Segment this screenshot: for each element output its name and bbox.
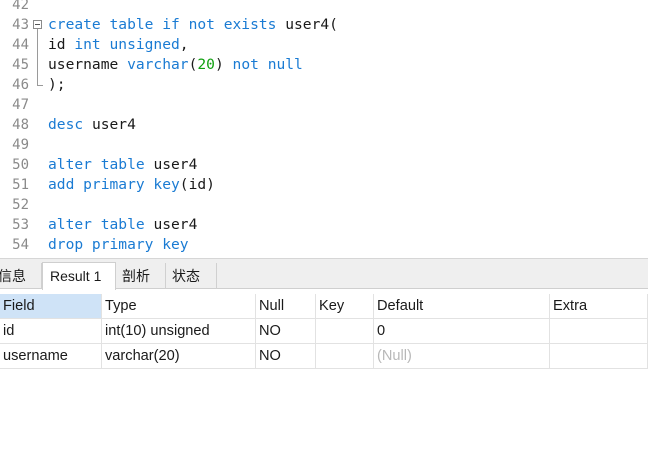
line-number: 42: [12, 0, 29, 13]
line-number: 49: [12, 137, 29, 153]
code-text: id int unsigned,: [48, 35, 189, 55]
cell-key[interactable]: [316, 319, 374, 344]
result-tabs: 信息 Result 1 剖析 状态: [0, 258, 648, 290]
cell-default[interactable]: (Null): [374, 344, 550, 369]
cell-null[interactable]: NO: [256, 319, 316, 344]
code-line[interactable]: 53 alter table user4: [0, 215, 648, 235]
code-line[interactable]: 49: [0, 135, 648, 155]
code-line[interactable]: 52: [0, 195, 648, 215]
code-line[interactable]: 44 id int unsigned,: [0, 35, 648, 55]
line-number: 48: [12, 117, 29, 133]
line-number: 54: [12, 237, 29, 253]
column-header-extra[interactable]: Extra: [550, 294, 648, 319]
fold-collapse-icon[interactable]: [33, 20, 42, 29]
sql-keyword: desc: [48, 116, 84, 133]
code-line[interactable]: 48 desc user4: [0, 115, 648, 135]
line-number: 46: [12, 77, 29, 93]
code-text: add primary key(id): [48, 175, 215, 195]
sql-identifier: user4: [83, 116, 136, 133]
sql-keyword: create table if not exists: [48, 16, 277, 33]
table-row[interactable]: id int(10) unsigned NO 0: [0, 319, 648, 344]
sql-identifier: ,: [179, 36, 189, 53]
code-text: alter table user4: [48, 155, 197, 175]
sql-identifier: ): [214, 56, 233, 73]
line-number: 52: [12, 197, 29, 213]
sql-identifier: );: [48, 76, 66, 93]
sql-keyword: not null: [232, 56, 303, 73]
code-text: desc user4: [48, 115, 136, 135]
column-header-field[interactable]: Field: [0, 294, 102, 319]
code-text: );: [48, 75, 66, 95]
sql-keyword: add primary key: [48, 176, 180, 193]
table-row[interactable]: username varchar(20) NO (Null): [0, 344, 648, 369]
cell-field[interactable]: id: [0, 319, 102, 344]
cell-field[interactable]: username: [0, 344, 102, 369]
grid-header-row: Field Type Null Key Default Extra: [0, 294, 648, 319]
column-header-type[interactable]: Type: [102, 294, 256, 319]
sql-identifier: (id): [179, 176, 215, 193]
code-line[interactable]: 50 alter table user4: [0, 155, 648, 175]
sql-keyword: alter table: [48, 216, 145, 233]
column-header-key[interactable]: Key: [316, 294, 374, 319]
sql-keyword: drop primary key: [48, 236, 189, 253]
line-number: 53: [12, 217, 29, 233]
tab-profile[interactable]: 剖析: [116, 263, 166, 289]
cell-null[interactable]: NO: [256, 344, 316, 369]
code-line[interactable]: 46);: [0, 75, 648, 95]
code-line[interactable]: 43 create table if not exists user4(: [0, 15, 648, 35]
line-number: 51: [12, 177, 29, 193]
code-line[interactable]: 47: [0, 95, 648, 115]
line-number: 43: [12, 17, 29, 33]
line-number: 45: [12, 57, 29, 73]
sql-identifier: user4(: [276, 16, 338, 33]
sql-identifier: user4: [144, 156, 198, 173]
tab-status[interactable]: 状态: [166, 263, 217, 289]
cell-extra[interactable]: [550, 344, 648, 369]
column-header-default[interactable]: Default: [374, 294, 550, 319]
sql-keyword: varchar: [127, 56, 189, 73]
column-header-null[interactable]: Null: [256, 294, 316, 319]
tab-info[interactable]: 信息: [0, 263, 42, 289]
code-text: alter table user4: [48, 215, 197, 235]
fold-end-marker: [37, 85, 43, 86]
tab-result-1[interactable]: Result 1: [42, 262, 116, 290]
code-line[interactable]: 54 drop primary key: [0, 235, 648, 255]
code-text: username varchar(20) not null: [48, 55, 303, 75]
sql-identifier: user4: [144, 216, 198, 233]
cell-type[interactable]: int(10) unsigned: [102, 319, 256, 344]
code-text: create table if not exists user4(: [48, 15, 338, 35]
fold-guide-line: [37, 29, 38, 85]
sql-number: 20: [197, 56, 215, 73]
line-number: 44: [12, 37, 29, 53]
line-number: 47: [12, 97, 29, 113]
sql-identifier: id: [48, 36, 75, 53]
sql-keyword: alter table: [48, 156, 145, 173]
code-line[interactable]: 51 add primary key(id): [0, 175, 648, 195]
cell-key[interactable]: [316, 344, 374, 369]
cell-extra[interactable]: [550, 319, 648, 344]
cell-default[interactable]: 0: [374, 319, 550, 344]
cell-type[interactable]: varchar(20): [102, 344, 256, 369]
code-line[interactable]: 42: [0, 0, 648, 15]
sql-editor[interactable]: 42 43 create table if not exists user4( 44 i…: [0, 0, 648, 258]
line-number: 50: [12, 157, 29, 173]
sql-keyword: int unsigned: [74, 36, 180, 53]
code-line[interactable]: 45 username varchar(20) not null: [0, 55, 648, 75]
sql-identifier: username: [48, 56, 128, 73]
code-text: drop primary key: [48, 235, 189, 255]
